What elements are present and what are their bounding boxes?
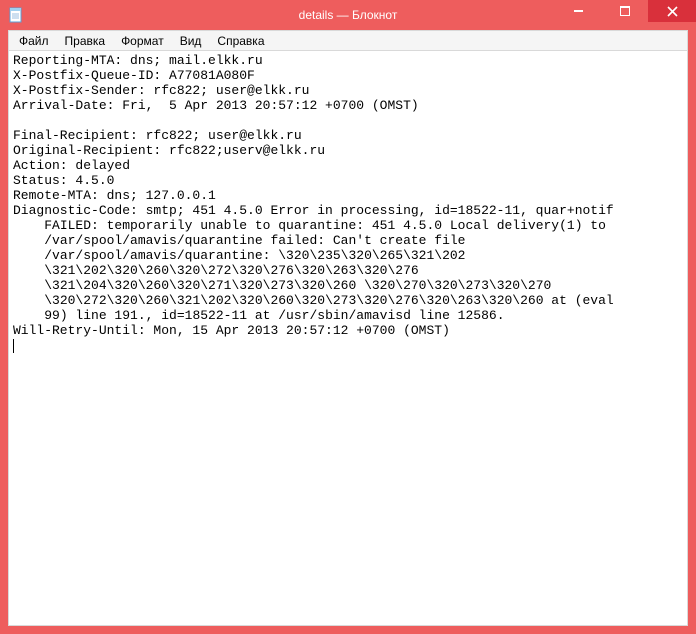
maximize-button[interactable] <box>602 0 648 22</box>
titlebar[interactable]: details — Блокнот <box>0 0 696 30</box>
menu-file[interactable]: Файл <box>11 32 57 50</box>
menu-view[interactable]: Вид <box>172 32 210 50</box>
notepad-icon <box>8 7 24 23</box>
menu-edit[interactable]: Правка <box>57 32 114 50</box>
menu-format[interactable]: Формат <box>113 32 172 50</box>
document-text: Reporting-MTA: dns; mail.elkk.ru X-Postf… <box>13 53 614 338</box>
window-controls <box>556 0 696 22</box>
window-title: details — Блокнот <box>299 8 398 22</box>
menubar: Файл Правка Формат Вид Справка <box>8 30 688 51</box>
content-frame: Reporting-MTA: dns; mail.elkk.ru X-Postf… <box>8 51 688 626</box>
menu-help[interactable]: Справка <box>209 32 272 50</box>
minimize-button[interactable] <box>556 0 602 22</box>
text-editor[interactable]: Reporting-MTA: dns; mail.elkk.ru X-Postf… <box>13 53 683 623</box>
close-button[interactable] <box>648 0 696 22</box>
text-caret <box>13 339 14 353</box>
notepad-window: details — Блокнот Файл Правка Формат Вид… <box>0 0 696 634</box>
